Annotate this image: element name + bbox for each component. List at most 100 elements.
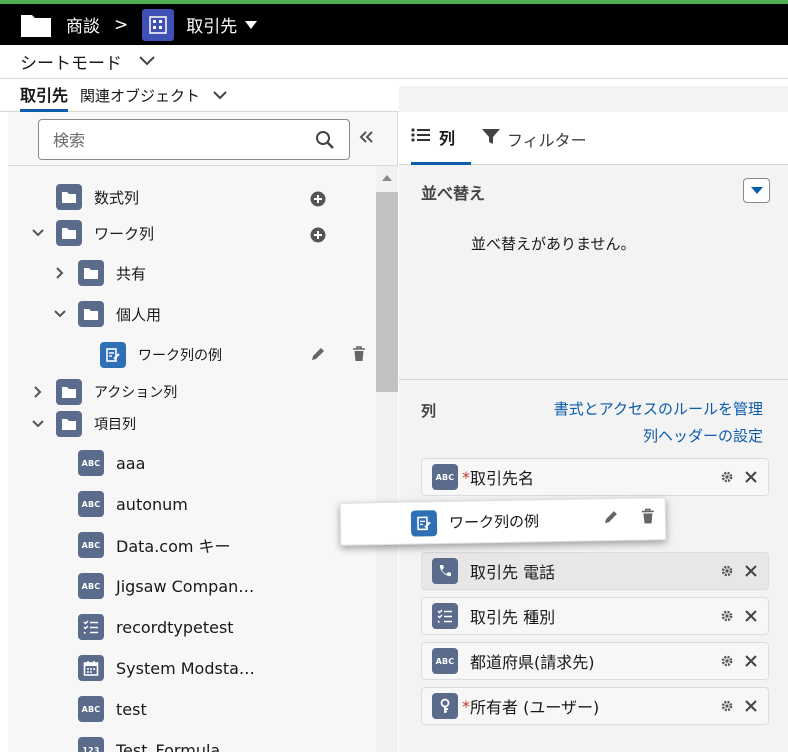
column-item-account-phone[interactable]: 取引先 電話 [421, 552, 769, 590]
tree-item-label: 個人用 [116, 305, 162, 324]
remove-icon[interactable] [744, 698, 758, 717]
folder-icon[interactable] [20, 11, 52, 39]
dragged-work-column-card[interactable]: ワーク列の例 [339, 497, 667, 546]
gear-icon[interactable] [720, 653, 734, 672]
text-field-icon: ABC [78, 532, 104, 558]
column-actions [720, 653, 758, 672]
gear-icon[interactable] [720, 608, 734, 627]
add-icon[interactable] [310, 191, 326, 211]
tree-item-label: 項目列 [94, 417, 136, 433]
field-item-recordtypetest[interactable]: recordtypetest [78, 611, 234, 643]
gear-icon[interactable] [720, 698, 734, 717]
account-object-icon [142, 8, 175, 41]
columns-title: 列 [421, 402, 437, 420]
required-marker: * [462, 467, 470, 487]
list-icon [432, 603, 458, 629]
column-header-settings-link[interactable]: 列ヘッダーの設定 [643, 425, 763, 446]
app-root: 商談 > 取引先 シートモード 取引先 関連オブジェクト 検索 数式列 ワーク列… [0, 0, 788, 752]
object-tabs: 取引先 関連オブジェクト [0, 79, 788, 726]
remove-icon[interactable] [744, 653, 758, 672]
edit-icon[interactable] [603, 509, 619, 529]
column-label: 取引先 電話 [470, 563, 556, 582]
scrollbar-thumb[interactable] [376, 192, 398, 392]
gear-icon[interactable] [720, 563, 734, 582]
sort-dropdown-button[interactable] [743, 178, 770, 203]
column-item-account-type[interactable]: 取引先 種別 [421, 597, 769, 635]
column-item-owner[interactable]: * 所有者 (ユーザー) [421, 687, 769, 725]
search-input[interactable] [53, 129, 293, 151]
lookup-icon [432, 693, 458, 719]
edit-icon[interactable] [310, 346, 326, 366]
scroll-up-arrow-icon[interactable] [382, 175, 392, 181]
breadcrumb-separator: > [114, 14, 129, 35]
delete-icon[interactable] [352, 346, 366, 366]
sort-section: 並べ替え 並べ替えがありません。 [399, 166, 788, 380]
column-actions [720, 563, 758, 582]
remove-icon[interactable] [744, 469, 758, 488]
tab-account[interactable]: 取引先 [20, 79, 69, 112]
object-dropdown-caret-icon[interactable] [245, 20, 258, 29]
field-label: recordtypetest [116, 617, 234, 637]
work-column-icon [410, 509, 438, 537]
field-item-test[interactable]: ABC test [78, 693, 147, 725]
tab-filter[interactable]: フィルター [481, 112, 587, 165]
tree-item-work-column-example[interactable]: ワーク列の例 [100, 339, 222, 371]
gear-icon[interactable] [720, 469, 734, 488]
collapse-panel-icon[interactable] [358, 129, 374, 148]
sort-empty-message: 並べ替えがありません。 [471, 235, 636, 253]
delete-icon[interactable] [641, 508, 655, 528]
field-item-jigsaw[interactable]: ABC Jigsaw Compan… [78, 570, 254, 602]
tab-related-objects[interactable]: 関連オブジェクト [80, 85, 200, 106]
tree-item-formula-columns[interactable]: 数式列 [56, 181, 139, 213]
tree-item-shared[interactable]: 共有 [52, 257, 146, 289]
tab-columns[interactable]: 列 [411, 112, 471, 165]
search-icon[interactable] [315, 130, 335, 154]
chevron-right-icon[interactable] [52, 265, 68, 281]
tree-item-personal[interactable]: 個人用 [52, 298, 161, 330]
work-column-icon [100, 342, 126, 368]
tree-item-label: 共有 [116, 264, 147, 283]
chevron-down-icon[interactable] [30, 225, 46, 241]
text-field-icon: ABC [78, 491, 104, 517]
field-label: autonum [116, 494, 188, 514]
required-marker: * [462, 696, 470, 716]
number-field-icon: 123 [78, 737, 104, 752]
field-label: aaa [116, 453, 146, 473]
list-icon [78, 614, 104, 640]
tree-item-label: ワーク列 [94, 224, 155, 243]
tree-item-label: アクション列 [94, 385, 178, 401]
column-actions [720, 698, 758, 717]
tree-item-label: ワーク列の例 [138, 348, 222, 364]
chevron-down-icon[interactable] [30, 416, 46, 432]
list-icon [411, 127, 431, 147]
tree-item-field-columns[interactable]: 項目列 [30, 408, 136, 440]
folder-open-icon [56, 220, 82, 246]
text-field-icon: ABC [432, 464, 458, 490]
field-item-datacom-key[interactable]: ABC Data.com キー [78, 529, 231, 561]
add-icon[interactable] [310, 227, 326, 247]
field-item-autonum[interactable]: ABC autonum [78, 488, 188, 520]
manage-rules-link[interactable]: 書式とアクセスのルールを管理 [554, 398, 763, 419]
column-item-account-name[interactable]: ABC * 取引先名 [421, 458, 769, 496]
remove-icon[interactable] [744, 563, 758, 582]
text-field-icon: ABC [78, 450, 104, 476]
chevron-right-icon[interactable] [30, 384, 46, 400]
search-box[interactable] [38, 119, 350, 160]
field-tree: 数式列 ワーク列 共有 個人用 ワーク列の例 アクション列 項目列 ABC aa… [8, 166, 376, 752]
column-item-billing-state[interactable]: ABC 都道府県(請求先) [421, 642, 769, 680]
chevron-down-icon[interactable] [212, 86, 228, 105]
chevron-down-icon[interactable] [138, 52, 156, 71]
remove-icon[interactable] [744, 608, 758, 627]
dragged-card-label: ワーク列の例 [448, 512, 540, 532]
text-field-icon: ABC [78, 696, 104, 722]
breadcrumb-opportunity[interactable]: 商談 [66, 12, 100, 37]
field-item-aaa[interactable]: ABC aaa [78, 447, 145, 479]
field-item-system-modstamp[interactable]: System Modsta… [78, 652, 255, 684]
sheet-mode-label[interactable]: シートモード [20, 49, 122, 74]
tree-item-action-columns[interactable]: アクション列 [30, 376, 177, 408]
field-label: Jigsaw Compan… [116, 576, 255, 596]
tree-item-work-columns[interactable]: ワーク列 [30, 217, 154, 249]
object-name[interactable]: 取引先 [186, 12, 237, 37]
field-item-test-formula[interactable]: 123 Test_Formula [78, 734, 220, 752]
chevron-down-icon[interactable] [52, 306, 68, 322]
